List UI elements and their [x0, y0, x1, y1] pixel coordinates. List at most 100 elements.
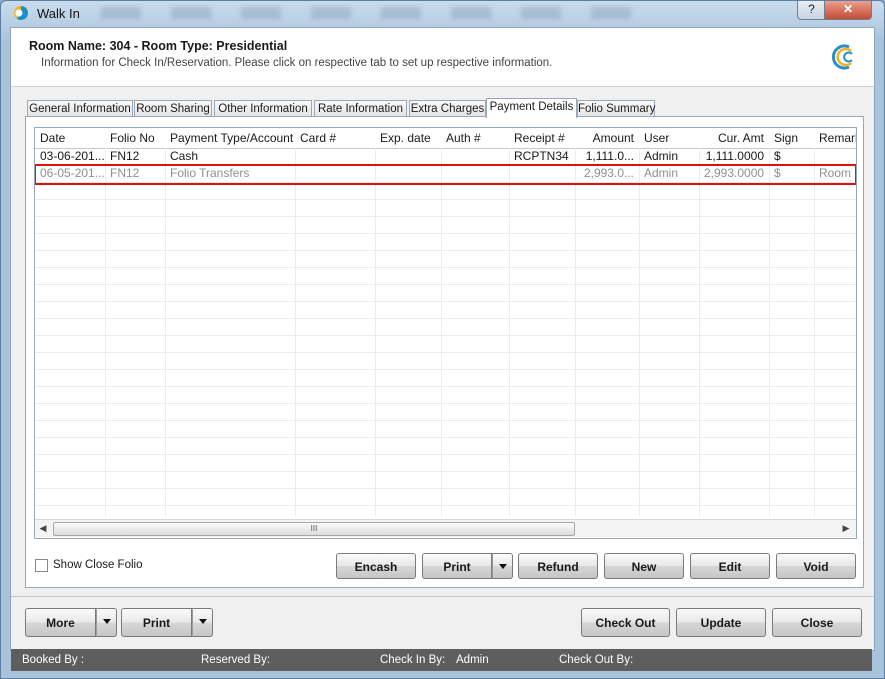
row-gridline — [35, 267, 856, 268]
help-button[interactable]: ? — [797, 1, 826, 20]
more-button[interactable]: More — [25, 608, 96, 637]
dialog-header: Room Name: 304 - Room Type: Presidential… — [11, 28, 874, 87]
scrollbar-thumb[interactable]: III — [53, 522, 575, 536]
title-bar[interactable]: Walk In ? ✕ — [1, 1, 884, 25]
walk-in-window: Walk In ? ✕ Room Name: 304 - Room Type: … — [0, 0, 885, 679]
column-divider — [295, 148, 296, 516]
column-remark[interactable]: Remark — [814, 130, 856, 147]
update-button[interactable]: Update — [676, 608, 766, 637]
column-auth[interactable]: Auth # — [441, 130, 509, 147]
column-cur-amt[interactable]: Cur. Amt — [699, 130, 769, 147]
row-gridline — [35, 318, 856, 319]
row-gridline — [35, 284, 856, 285]
selected-row-highlight — [35, 164, 856, 185]
tab-room-sharing[interactable]: Room Sharing — [134, 100, 212, 117]
check-out-by-label: Check Out By: — [559, 654, 634, 666]
cell-remark — [814, 148, 856, 165]
row-gridline — [35, 335, 856, 336]
scroll-left-icon[interactable]: ◀ — [37, 523, 49, 534]
footer-print-dropdown-icon[interactable] — [192, 608, 213, 637]
cell-auth — [441, 148, 509, 165]
cell-exp-date — [375, 148, 441, 165]
column-folio-no[interactable]: Folio No — [105, 130, 165, 147]
column-divider — [769, 148, 770, 516]
footer-divider — [11, 596, 874, 597]
column-payment-type[interactable]: Payment Type/Account — [165, 130, 295, 147]
row-gridline — [35, 437, 856, 438]
print-button[interactable]: Print — [422, 553, 492, 579]
column-divider — [441, 148, 442, 516]
cell-receipt: RCPTN34 — [514, 149, 569, 163]
check-in-by-label: Check In By: — [380, 654, 446, 666]
tab-extra-charges[interactable]: Extra Charges — [409, 100, 486, 117]
show-close-folio-checkbox[interactable] — [35, 559, 48, 572]
row-gridline — [35, 471, 856, 472]
edit-button[interactable]: Edit — [690, 553, 770, 579]
column-divider — [509, 148, 510, 516]
row-gridline — [35, 369, 856, 370]
column-divider — [375, 148, 376, 516]
void-button[interactable]: Void — [776, 553, 856, 579]
window-close-button[interactable]: ✕ — [824, 1, 872, 20]
dialog-panel: Room Name: 304 - Room Type: Presidential… — [10, 27, 875, 651]
row-gridline — [35, 403, 856, 404]
column-divider — [639, 148, 640, 516]
row-gridline — [35, 216, 856, 217]
refund-button[interactable]: Refund — [518, 553, 598, 579]
column-divider — [814, 148, 815, 516]
cell-date: 03-06-201... — [40, 149, 105, 163]
reserved-by-label: Reserved By: — [201, 654, 271, 666]
row-gridline — [35, 352, 856, 353]
scroll-right-icon[interactable]: ▶ — [840, 523, 852, 534]
payment-details-page: Date Folio No Payment Type/Account Card … — [25, 116, 864, 588]
tab-general-information[interactable]: General Information — [27, 100, 133, 117]
row-gridline — [35, 301, 856, 302]
cell-payment-type: Cash — [170, 149, 199, 163]
row-gridline — [35, 199, 856, 200]
column-date[interactable]: Date — [35, 130, 105, 147]
check-in-by-value: Admin — [456, 654, 489, 666]
check-out-button[interactable]: Check Out — [581, 608, 670, 637]
column-divider — [165, 148, 166, 516]
tab-rate-information[interactable]: Rate Information — [314, 100, 407, 117]
cell-sign: $ — [774, 149, 781, 163]
column-receipt[interactable]: Receipt # — [509, 130, 575, 147]
row-gridline — [35, 386, 856, 387]
encash-button[interactable]: Encash — [336, 553, 416, 579]
new-button[interactable]: New — [604, 553, 684, 579]
footer-print-button[interactable]: Print — [121, 608, 192, 637]
background-menu-blur — [101, 7, 661, 19]
tab-other-information[interactable]: Other Information — [214, 100, 312, 117]
cell-amount: 1,111.0... — [585, 149, 634, 163]
row-gridline — [35, 488, 856, 489]
row-gridline — [35, 454, 856, 455]
column-exp-date[interactable]: Exp. date — [375, 130, 441, 147]
payments-grid[interactable]: Date Folio No Payment Type/Account Card … — [34, 127, 857, 539]
column-user[interactable]: User — [639, 130, 699, 147]
row-gridline — [35, 420, 856, 421]
column-divider — [699, 148, 700, 516]
grid-header: Date Folio No Payment Type/Account Card … — [35, 128, 856, 149]
column-card[interactable]: Card # — [295, 130, 375, 147]
table-row[interactable]: 03-06-201... FN12 Cash RCPTN34 1,111.0..… — [35, 148, 856, 165]
column-divider — [105, 148, 106, 516]
tab-payment-details[interactable]: Payment Details — [486, 98, 577, 118]
print-dropdown-icon[interactable] — [492, 553, 513, 579]
booked-by-label: Booked By : — [22, 654, 85, 666]
more-dropdown-icon[interactable] — [96, 608, 117, 637]
show-close-folio-label: Show Close Folio — [53, 559, 143, 571]
horizontal-scrollbar[interactable]: ◀ III ▶ — [35, 519, 856, 537]
cell-folio-no: FN12 — [110, 149, 140, 163]
window-title: Walk In — [37, 6, 80, 21]
app-logo-icon — [14, 6, 28, 20]
room-title: Room Name: 304 - Room Type: Presidential — [29, 39, 288, 53]
cell-cur-amt: 1,111.0000 — [705, 149, 764, 163]
close-button[interactable]: Close — [772, 608, 862, 637]
column-amount[interactable]: Amount — [575, 130, 639, 147]
column-divider — [575, 148, 576, 516]
grid-body: 03-06-201... FN12 Cash RCPTN34 1,111.0..… — [35, 148, 856, 516]
tab-folio-summary[interactable]: Folio Summary — [577, 100, 655, 117]
row-gridline — [35, 250, 856, 251]
column-sign[interactable]: Sign — [769, 130, 814, 147]
cell-card — [295, 148, 375, 165]
